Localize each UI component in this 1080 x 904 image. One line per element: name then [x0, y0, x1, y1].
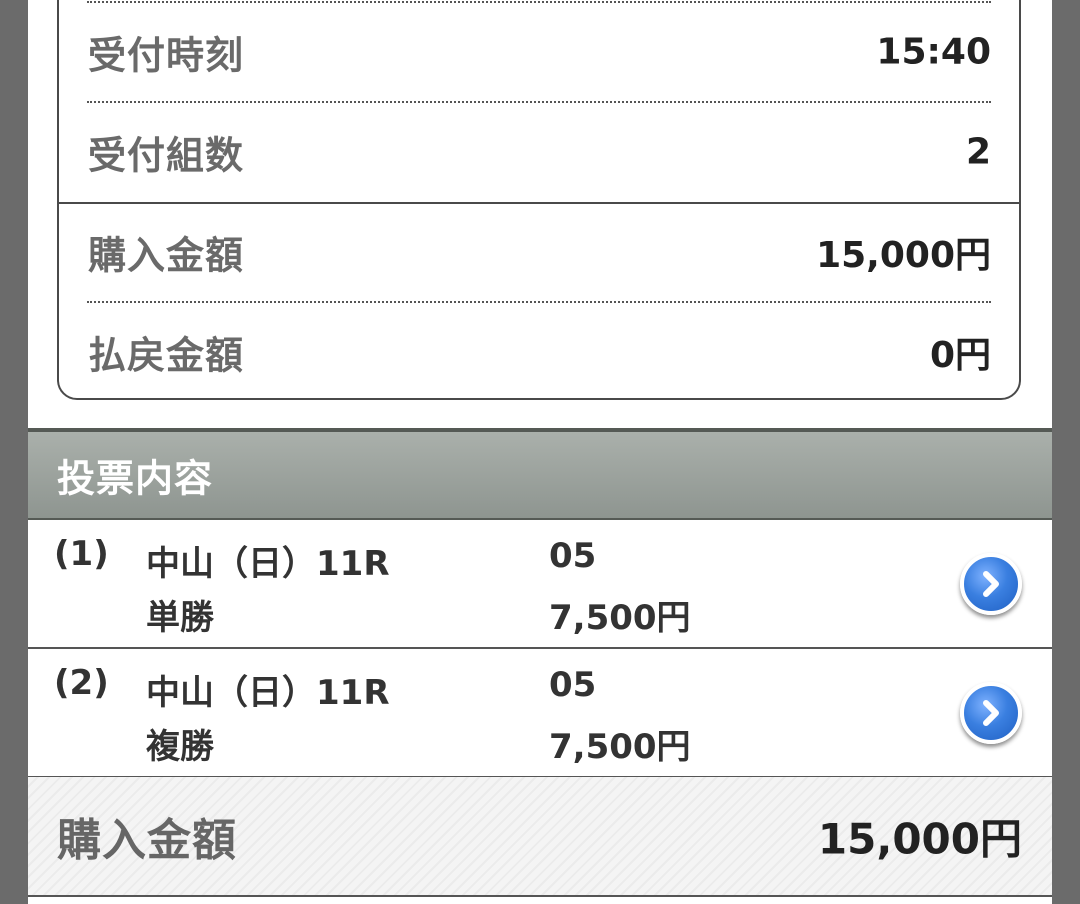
total-label: 購入金額	[57, 815, 237, 866]
summary-label: 購入金額	[88, 233, 245, 278]
summary-value: 15:40	[876, 31, 991, 73]
summary-value: 2	[965, 131, 991, 173]
summary-label: 受付組数	[88, 133, 245, 178]
bet-number: (2)	[54, 663, 109, 703]
summary-row-refund-amount: 払戻金額 0円	[59, 302, 1019, 402]
bet-race: 中山（日）11R	[146, 673, 390, 713]
summary-row-set-count: 受付組数 2	[59, 102, 1019, 202]
summary-label: 受付時刻	[88, 33, 245, 78]
summary-row-reception-time: 受付時刻 15:40	[59, 2, 1019, 102]
bet-type: 単勝	[146, 598, 214, 638]
summary-row-purchase-amount: 購入金額 15,000円	[59, 202, 1019, 302]
page: 受付時刻 15:40 受付組数 2 購入金額 15,000円 払戻金額 0円 投…	[28, 0, 1052, 904]
bet-number: (1)	[54, 534, 109, 574]
bet-item[interactable]: (2) 中山（日）11R 複勝 05 7,500円	[28, 649, 1052, 778]
section-title: 投票内容	[57, 456, 214, 501]
bet-item[interactable]: (1) 中山（日）11R 単勝 05 7,500円	[28, 520, 1052, 649]
summary-label: 払戻金額	[88, 333, 245, 378]
total-value: 15,000円	[817, 814, 1022, 864]
chevron-right-icon[interactable]	[960, 553, 1022, 615]
bet-type: 複勝	[146, 727, 214, 767]
chevron-right-icon[interactable]	[960, 682, 1022, 744]
purchase-summary-card: 受付時刻 15:40 受付組数 2 購入金額 15,000円 払戻金額 0円	[57, 0, 1021, 400]
bet-race: 中山（日）11R	[146, 544, 390, 584]
bets-section-header: 投票内容	[28, 428, 1052, 520]
bet-amount: 7,500円	[549, 598, 691, 638]
bet-horse-number: 05	[549, 665, 597, 705]
summary-value: 0円	[929, 335, 991, 376]
bet-amount: 7,500円	[549, 727, 691, 767]
purchase-total-bar: 購入金額 15,000円	[28, 777, 1052, 897]
bet-horse-number: 05	[549, 536, 597, 576]
summary-value: 15,000円	[816, 235, 991, 276]
